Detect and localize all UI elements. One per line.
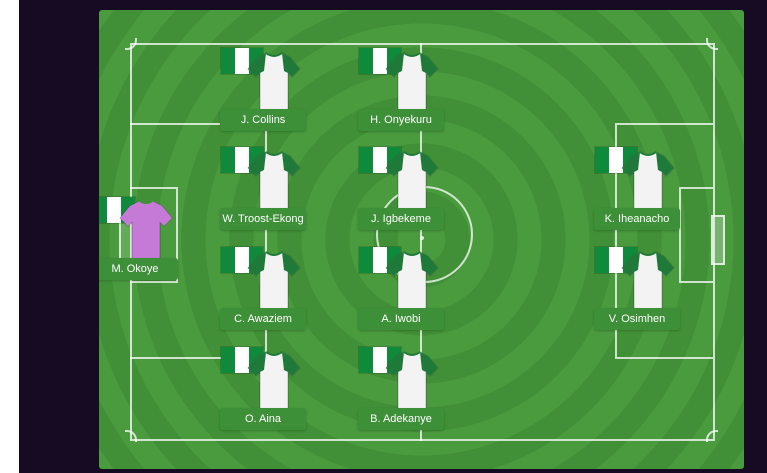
shirt-icon xyxy=(621,151,675,211)
shirt-icon xyxy=(385,251,439,311)
player-card[interactable]: M. Okoye xyxy=(99,196,178,286)
shirt-icon xyxy=(247,151,301,211)
player-name: B. Adekanye xyxy=(358,408,444,430)
goalkeeper-shirt-icon xyxy=(119,201,173,261)
player-name: V. Osimhen xyxy=(594,308,680,330)
player-card[interactable]: C. Awaziem xyxy=(220,246,306,336)
player-name: J. Igbekeme xyxy=(358,208,444,230)
player-card[interactable]: W. Troost-Ekong xyxy=(220,146,306,236)
shirt-icon xyxy=(621,251,675,311)
player-name: O. Aina xyxy=(220,408,306,430)
player-card[interactable]: K. Iheanacho xyxy=(594,146,680,236)
shirt-icon xyxy=(385,151,439,211)
right-six-yard-box xyxy=(679,187,713,283)
football-pitch: J. Collins H. Onyekuru W. Troost-Ekong J… xyxy=(99,10,744,469)
player-name: W. Troost-Ekong xyxy=(220,208,306,230)
right-goal xyxy=(711,215,725,265)
player-name: A. Iwobi xyxy=(358,308,444,330)
player-name: J. Collins xyxy=(220,109,306,131)
shirt-icon xyxy=(247,351,301,411)
player-name: H. Onyekuru xyxy=(358,109,444,131)
center-spot xyxy=(420,236,424,240)
player-card[interactable]: A. Iwobi xyxy=(358,246,444,336)
player-card[interactable]: J. Collins xyxy=(220,47,306,137)
shirt-icon xyxy=(247,251,301,311)
shirt-icon xyxy=(385,52,439,112)
player-name: M. Okoye xyxy=(99,258,178,280)
player-card[interactable]: O. Aina xyxy=(220,346,306,436)
left-margin xyxy=(0,0,19,473)
player-name: K. Iheanacho xyxy=(594,208,680,230)
shirt-icon xyxy=(247,52,301,112)
player-card[interactable]: B. Adekanye xyxy=(358,346,444,436)
player-name: C. Awaziem xyxy=(220,308,306,330)
player-card[interactable]: H. Onyekuru xyxy=(358,47,444,137)
player-card[interactable]: V. Osimhen xyxy=(594,246,680,336)
shirt-icon xyxy=(385,351,439,411)
player-card[interactable]: J. Igbekeme xyxy=(358,146,444,236)
